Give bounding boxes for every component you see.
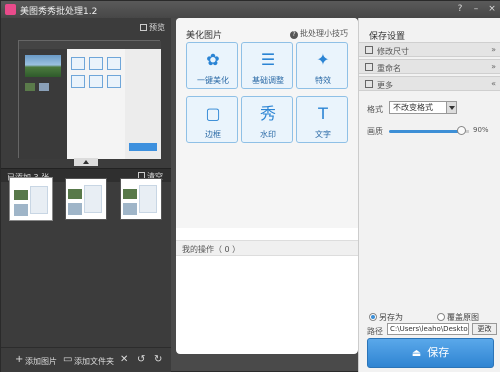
help-window-icon[interactable]: ?	[455, 3, 465, 15]
section-rename[interactable]: 重命名 »	[359, 59, 500, 74]
section-more[interactable]: 更多 «	[359, 76, 500, 91]
save-icon: ⏏	[411, 348, 422, 359]
chevron-up-icon: «	[491, 79, 496, 88]
tips-link[interactable]: ? 批处理小技巧	[290, 28, 348, 39]
tool-watermark[interactable]: 秀 水印	[241, 96, 293, 143]
path-label: 路径	[367, 327, 383, 336]
save-label: 保存	[427, 346, 450, 359]
delete-icon[interactable]: ✕	[120, 355, 128, 365]
add-folder-button[interactable]: 添加文件夹	[74, 356, 114, 367]
flower-icon: ✿	[206, 50, 220, 69]
frame-icon: ▢	[205, 104, 221, 123]
preview-image	[18, 40, 161, 159]
radio-label: 另存为	[379, 313, 403, 322]
beautify-title: 美化图片	[186, 31, 223, 41]
tool-label: 特效	[315, 76, 331, 85]
radio-button	[437, 313, 445, 321]
tool-label: 文字	[315, 130, 331, 139]
close-icon[interactable]: ×	[487, 3, 497, 15]
middle-panel: 美化图片 ?批处理小技巧 ✿ 一键美化 ☰ 基础调整 ✦ 特效 ▢ 边框 秀	[176, 18, 358, 354]
thumbnail-3[interactable]	[120, 178, 162, 220]
quality-label: 画质	[367, 127, 383, 136]
change-path-button[interactable]: 更改	[472, 323, 497, 335]
rotate-left-icon[interactable]: ↺	[137, 355, 145, 365]
text-icon: T	[318, 104, 328, 123]
add-image-button[interactable]: 添加图片	[25, 356, 57, 367]
collapse-thumbnails-button[interactable]	[74, 158, 98, 166]
radio-button	[369, 313, 377, 321]
section-label: 修改尺寸	[377, 47, 409, 56]
save-settings-title: 保存设置	[369, 32, 406, 42]
title-bar: 美图秀秀批处理1.2 ? – ×	[1, 1, 500, 18]
rename-icon	[365, 63, 373, 71]
left-panel: 预览 已添加 3 张 清空	[1, 18, 171, 372]
plus-icon: +	[15, 354, 24, 365]
app-window: 美图秀秀批处理1.2 ? – × 预览 清空 + 添加图片 ▭ 添加文件夹 ✕ …	[0, 0, 500, 372]
preview-button[interactable]: 预览	[140, 22, 165, 33]
rotate-right-icon[interactable]: ↻	[154, 355, 162, 365]
save-button[interactable]: ⏏ 保存	[367, 338, 494, 368]
tips-label: 批处理小技巧	[300, 29, 348, 38]
path-input[interactable]: C:\Users\leaho\Desktop	[387, 323, 469, 335]
format-select[interactable]: 不改变格式	[389, 101, 457, 114]
chevron-down-icon: »	[491, 45, 496, 54]
format-value: 不改变格式	[393, 103, 433, 112]
sliders-icon: ☰	[260, 50, 276, 69]
tool-label: 水印	[260, 130, 276, 139]
radio-overwrite[interactable]: 覆盖原图	[437, 312, 479, 323]
preview-label: 预览	[149, 23, 165, 32]
folder-icon: ▭	[63, 354, 73, 365]
tool-frame[interactable]: ▢ 边框	[186, 96, 238, 143]
thumbnail-1[interactable]	[9, 177, 53, 221]
app-logo-icon	[5, 4, 16, 15]
chevron-down-icon: »	[491, 62, 496, 71]
quality-slider-handle[interactable]	[457, 126, 466, 135]
format-label: 格式	[367, 105, 383, 114]
window-controls: ? – ×	[455, 3, 497, 15]
section-resize[interactable]: 修改尺寸 »	[359, 42, 500, 57]
section-label: 更多	[377, 81, 393, 90]
my-operations-bar: 我的操作（ 0 ）	[176, 240, 358, 256]
minimize-icon[interactable]: –	[471, 3, 481, 15]
my-operations-label: 我的操作（ 0 ）	[182, 245, 241, 254]
tool-label: 基础调整	[252, 76, 284, 85]
radio-label: 覆盖原图	[447, 313, 479, 322]
tool-effects[interactable]: ✦ 特效	[296, 42, 348, 89]
radio-save-as[interactable]: 另存为	[369, 312, 403, 323]
question-icon: ?	[290, 31, 298, 39]
resize-icon	[365, 46, 373, 54]
left-toolbar: + 添加图片 ▭ 添加文件夹 ✕ ↺ ↻	[1, 347, 171, 372]
section-label: 重命名	[377, 64, 401, 73]
tool-text[interactable]: T 文字	[296, 96, 348, 143]
tool-auto-beautify[interactable]: ✿ 一键美化	[186, 42, 238, 89]
more-icon	[365, 80, 373, 88]
right-panel: 保存设置 修改尺寸 » 重命名 » 更多 « 格式 不改变格式 画质 90% 另…	[358, 18, 500, 372]
magic-wand-icon: ✦	[316, 50, 330, 69]
tool-basic-adjust[interactable]: ☰ 基础调整	[241, 42, 293, 89]
dropdown-arrow-icon	[446, 102, 456, 113]
window-title: 美图秀秀批处理1.2	[20, 7, 98, 17]
watermark-icon: 秀	[259, 104, 276, 123]
quality-value: 90%	[473, 126, 489, 134]
tool-label: 一键美化	[197, 76, 229, 85]
tool-label: 边框	[205, 130, 221, 139]
preview-icon	[140, 24, 147, 31]
thumbnail-2[interactable]	[65, 178, 107, 220]
